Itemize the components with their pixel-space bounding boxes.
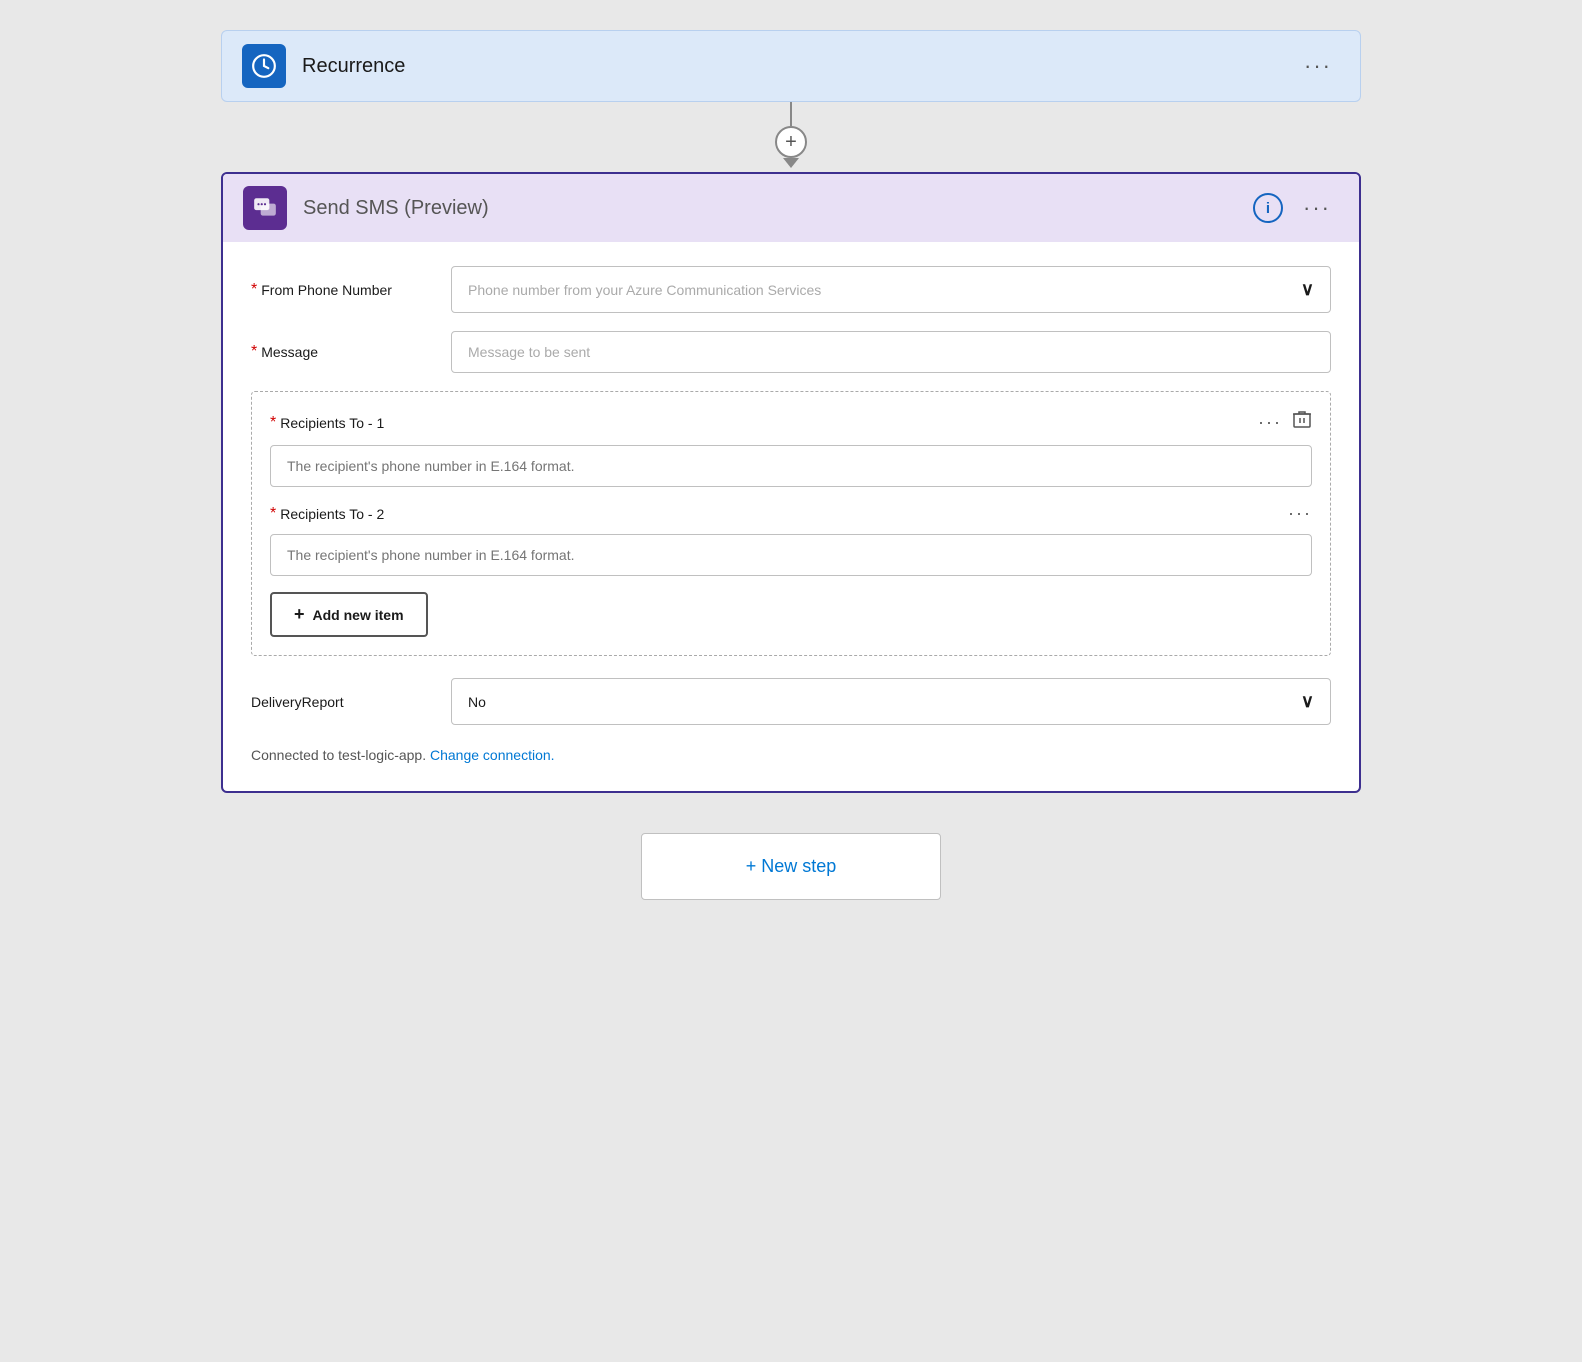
message-input[interactable] [451,331,1331,373]
connector-arrow [783,158,799,168]
message-label: * Message [251,343,451,361]
recurrence-card: Recurrence ··· [221,30,1361,102]
info-button[interactable]: i [1253,193,1283,223]
add-icon: + [294,604,305,625]
recurrence-more-button[interactable]: ··· [1296,49,1340,83]
recurrence-icon [242,44,286,88]
sms-card-title: Send SMS (Preview) [303,197,1253,220]
sms-icon [243,186,287,230]
recipient-1-header: * Recipients To - 1 ··· [270,410,1312,435]
new-step-button[interactable]: + New step [641,833,941,900]
change-connection-link[interactable]: Change connection. [430,747,555,763]
delivery-report-dropdown[interactable]: No ∨ [451,678,1331,725]
from-phone-dropdown[interactable]: Phone number from your Azure Communicati… [451,266,1331,313]
sms-more-button[interactable]: ··· [1295,191,1339,225]
required-star-message: * [251,343,257,361]
connection-info: Connected to test-logic-app. Change conn… [251,747,1331,763]
from-phone-row: * From Phone Number Phone number from yo… [251,266,1331,313]
from-phone-label: * From Phone Number [251,281,451,299]
sms-card-body: * From Phone Number Phone number from yo… [223,242,1359,791]
from-phone-input-wrapper: Phone number from your Azure Communicati… [451,266,1331,313]
connection-text: Connected to test-logic-app. [251,747,426,763]
delete-recipient-1-icon[interactable] [1292,410,1312,435]
delivery-report-row: DeliveryReport No ∨ [251,678,1331,725]
recipient-2-more-button[interactable]: ··· [1288,503,1312,524]
delivery-report-value: No [468,694,486,710]
recipient-1-label: * Recipients To - 1 [270,414,384,432]
recipient-2-label: * Recipients To - 2 [270,505,384,523]
recipient-1-more-button[interactable]: ··· [1258,412,1282,433]
recipient-group-2: * Recipients To - 2 ··· [270,503,1312,576]
required-star-recipient-1: * [270,414,276,432]
required-star-from: * [251,281,257,299]
new-step-container: + New step [641,833,941,900]
recipient-2-header: * Recipients To - 2 ··· [270,503,1312,524]
chat-bubble-icon [252,195,278,221]
add-step-button[interactable]: + [775,126,807,158]
message-row: * Message [251,331,1331,373]
required-star-recipient-2: * [270,505,276,523]
recipient-2-input[interactable] [270,534,1312,576]
recipient-1-actions: ··· [1258,410,1312,435]
sms-card-header: Send SMS (Preview) i ··· [223,174,1359,242]
add-new-item-button[interactable]: + Add new item [270,592,428,637]
step-connector: + [775,102,807,172]
connector-line-top [790,102,792,126]
send-sms-card: Send SMS (Preview) i ··· * From Phone Nu… [221,172,1361,793]
delivery-report-chevron-icon: ∨ [1301,691,1314,712]
recipient-2-actions: ··· [1288,503,1312,524]
delivery-report-label: DeliveryReport [251,694,451,710]
from-phone-chevron-icon: ∨ [1301,279,1314,300]
add-item-label: Add new item [313,607,404,623]
header-actions: i ··· [1253,191,1339,225]
clock-icon [251,53,277,79]
recipients-section: * Recipients To - 1 ··· [251,391,1331,656]
recipient-1-input[interactable] [270,445,1312,487]
recurrence-title: Recurrence [302,55,1296,78]
recipient-group-1: * Recipients To - 1 ··· [270,410,1312,487]
message-input-wrapper [451,331,1331,373]
